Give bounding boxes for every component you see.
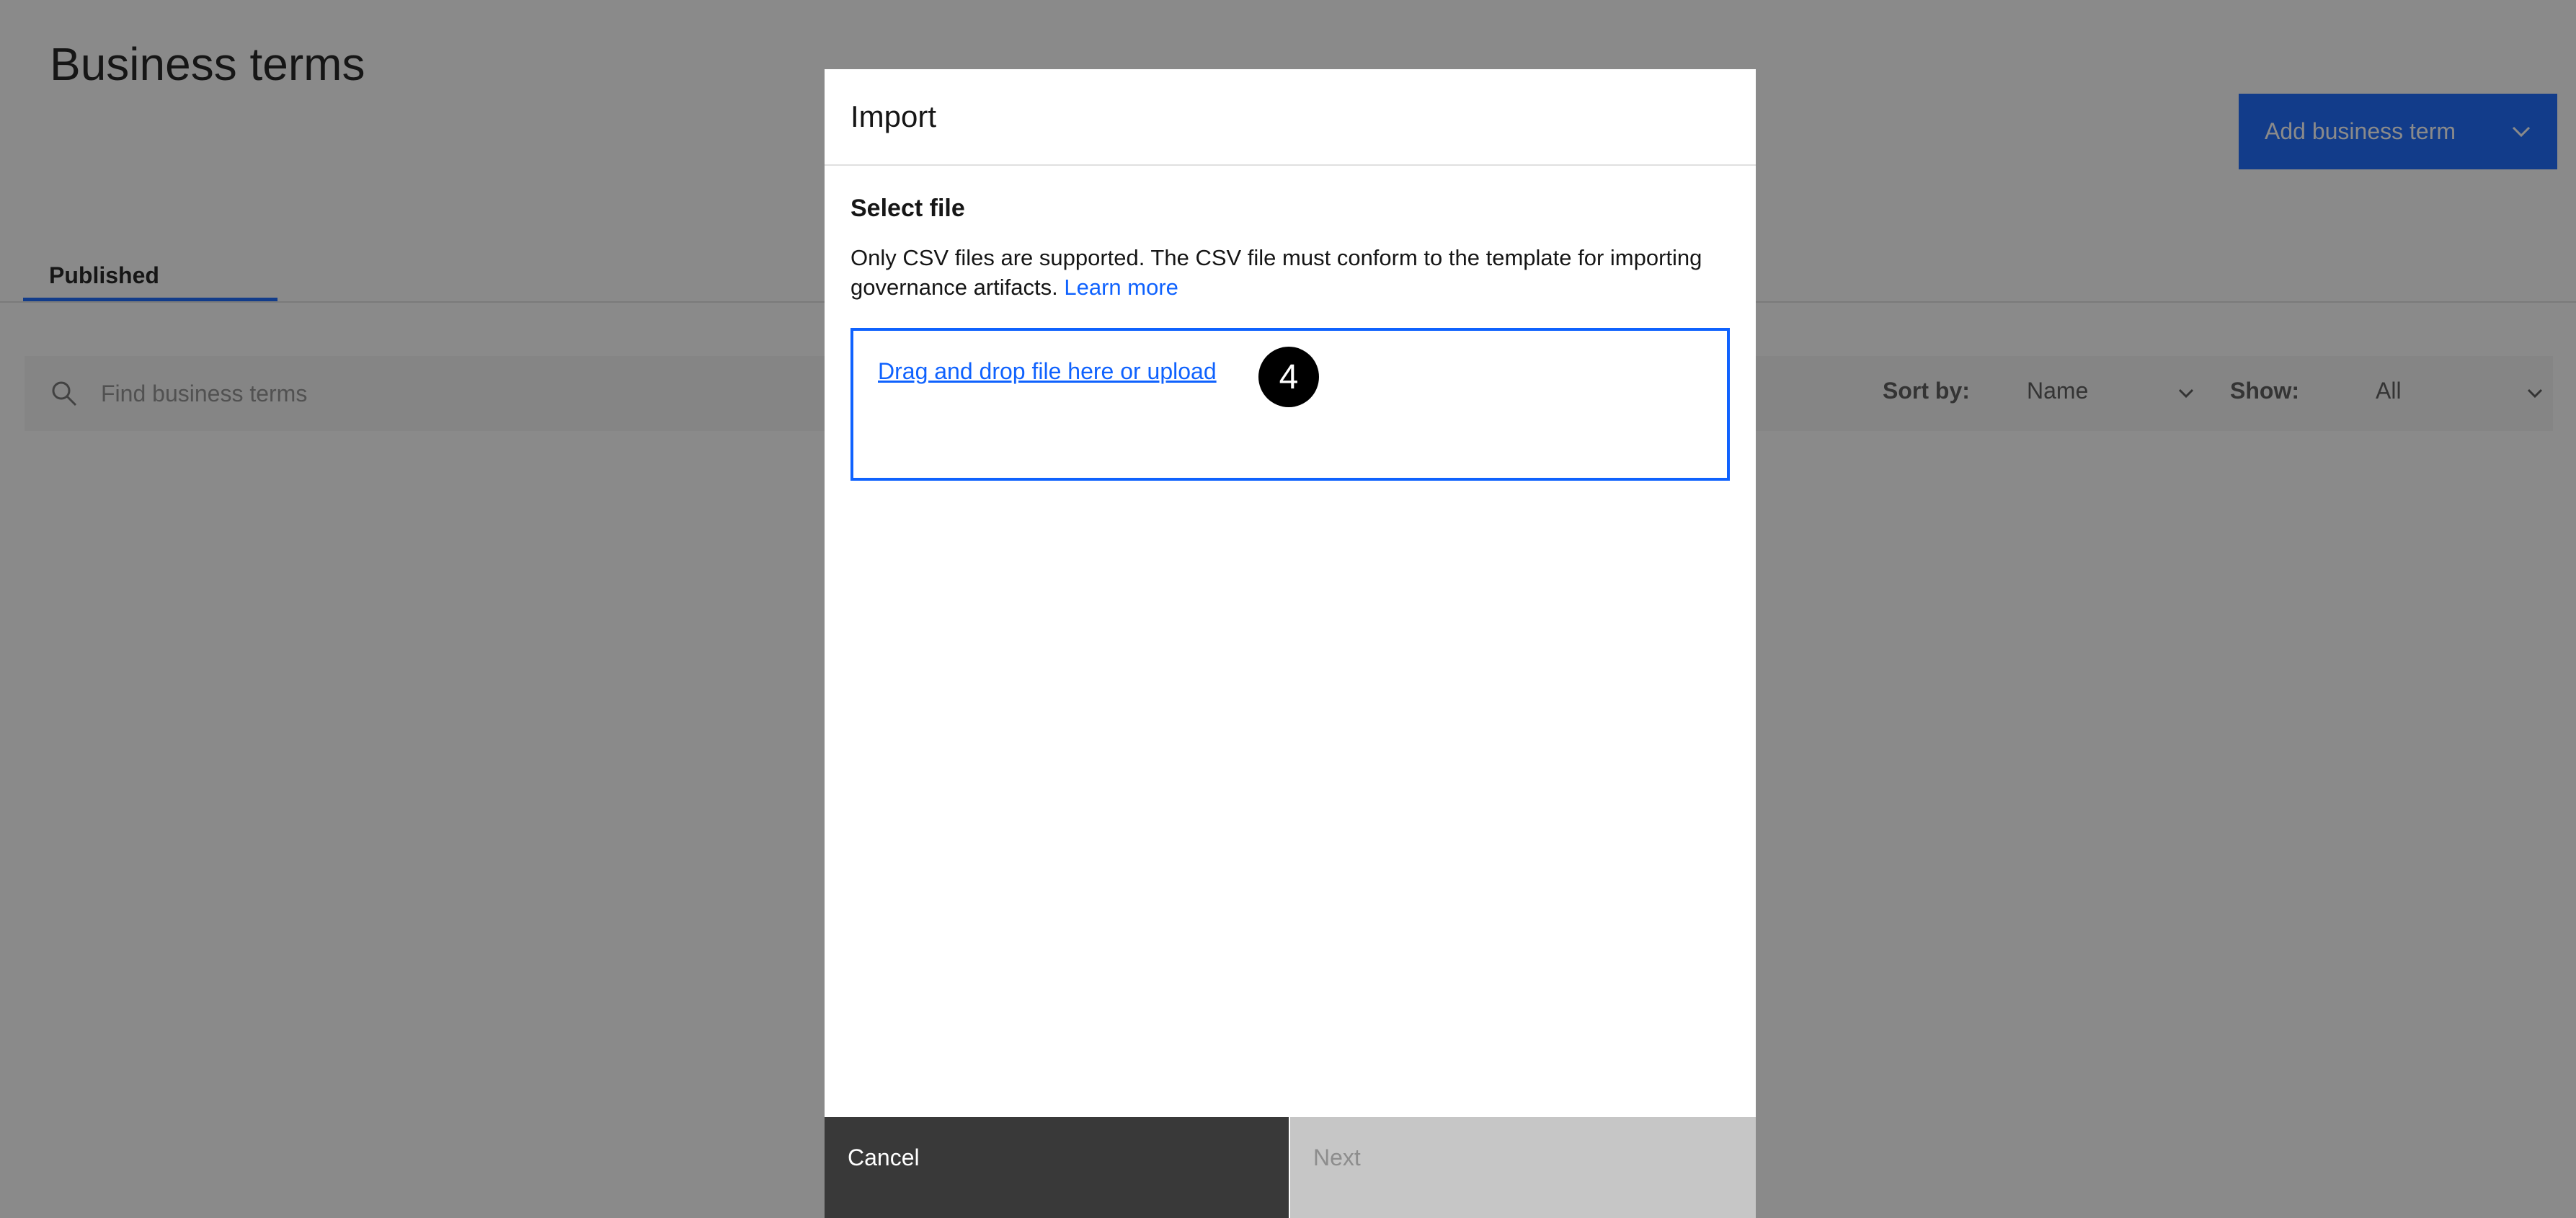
step-number-badge: 4 xyxy=(1258,347,1319,407)
modal-title: Import xyxy=(850,99,937,133)
section-title: Select file xyxy=(850,195,965,222)
upload-link[interactable]: Drag and drop file here or upload xyxy=(878,358,1217,385)
cancel-button[interactable]: Cancel xyxy=(825,1117,1289,1218)
modal-body: Select file Only CSV files are supported… xyxy=(825,166,1756,1117)
app-root: Business terms Add business term Publish… xyxy=(0,0,2576,1218)
file-dropzone[interactable]: Drag and drop file here or upload 4 xyxy=(850,328,1730,481)
modal-description: Only CSV files are supported. The CSV fi… xyxy=(850,243,1731,302)
import-modal: Import Select file Only CSV files are su… xyxy=(825,69,1756,1218)
modal-footer: Cancel Next xyxy=(825,1117,1756,1218)
learn-more-link[interactable]: Learn more xyxy=(1064,275,1178,300)
next-button[interactable]: Next xyxy=(1290,1117,1756,1218)
description-text: Only CSV files are supported. The CSV fi… xyxy=(850,245,1702,300)
modal-header: Import xyxy=(825,69,1756,166)
